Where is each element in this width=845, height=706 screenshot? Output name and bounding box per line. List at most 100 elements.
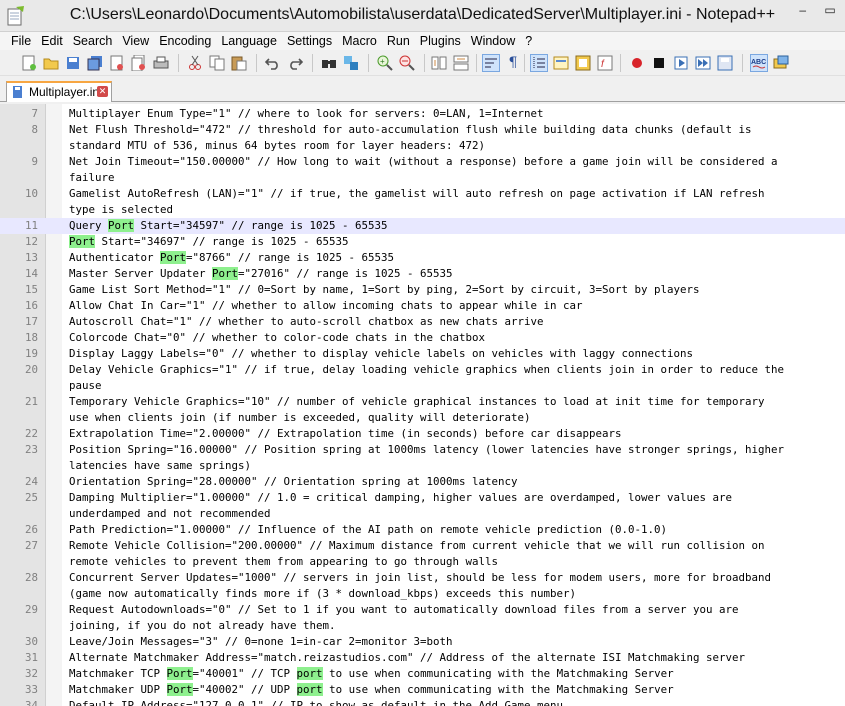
code-line[interactable]: 12 Port Start="34697" // range is 1025 - …	[0, 234, 845, 250]
user-defined-language-icon[interactable]	[552, 54, 570, 72]
code-line[interactable]: 20 Delay Vehicle Graphics="1" // if true,…	[0, 362, 845, 378]
menu-run[interactable]: Run	[382, 32, 415, 50]
code-line[interactable]: failure	[0, 170, 845, 186]
save-all-icon[interactable]	[86, 54, 104, 72]
code-line[interactable]: 18 Colorcode Chat="0" // whether to color…	[0, 330, 845, 346]
stop-recording-icon[interactable]	[650, 54, 668, 72]
code-line[interactable]: latencies have same springs)	[0, 458, 845, 474]
word-wrap-icon[interactable]	[482, 54, 500, 72]
line-number: 10	[24, 187, 38, 200]
undo-icon[interactable]	[264, 54, 282, 72]
sync-vertical-scroll-icon[interactable]	[430, 54, 448, 72]
code-line[interactable]: pause	[0, 378, 845, 394]
code-line[interactable]: remote vehicles to prevent them from app…	[0, 554, 845, 570]
menu-help[interactable]: ?	[520, 32, 537, 50]
code-line[interactable]: use when clients join (if number is exce…	[0, 410, 845, 426]
code-line[interactable]: 13 Authenticator Port="8766" // range is …	[0, 250, 845, 266]
code-line[interactable]: 28 Concurrent Server Updates="1000" // se…	[0, 570, 845, 586]
code-line[interactable]: 11 Query Port Start="34597" // range is 1…	[0, 218, 845, 234]
menu-settings[interactable]: Settings	[282, 32, 337, 50]
code-line[interactable]: 25 Damping Multiplier="1.00000" // 1.0 = …	[0, 490, 845, 506]
plugin-icon[interactable]	[772, 54, 790, 72]
replace-icon[interactable]	[342, 54, 360, 72]
code-line[interactable]: 7 Multiplayer Enum Type="1" // where to l…	[0, 106, 845, 122]
code-line[interactable]: 31 Alternate Matchmaker Address="match.re…	[0, 650, 845, 666]
menu-plugins[interactable]: Plugins	[415, 32, 466, 50]
code-line[interactable]: 34 Default IP Address="127.0.0.1" // IP t…	[0, 698, 845, 706]
menu-macro[interactable]: Macro	[337, 32, 382, 50]
close-all-icon[interactable]	[130, 54, 148, 72]
code-line[interactable]: 23 Position Spring="16.00000" // Position…	[0, 442, 845, 458]
paste-icon[interactable]	[230, 54, 248, 72]
code-line[interactable]: 9 Net Join Timeout="150.00000" // How lon…	[0, 154, 845, 170]
text-run: Matchmaker UDP	[69, 683, 167, 696]
code-line[interactable]: 19 Display Laggy Labels="0" // whether to…	[0, 346, 845, 362]
print-icon[interactable]	[152, 54, 170, 72]
playback-macro-icon[interactable]	[672, 54, 690, 72]
maximize-button[interactable]: ▭	[819, 2, 841, 20]
show-all-characters-icon[interactable]: ¶	[504, 54, 522, 72]
code-line[interactable]: 10 Gamelist AutoRefresh (LAN)="1" // if t…	[0, 186, 845, 202]
menu-file[interactable]: File	[6, 32, 36, 50]
close-file-icon[interactable]	[108, 54, 126, 72]
code-line[interactable]: underdamped and not recommended	[0, 506, 845, 522]
code-line[interactable]: 14 Master Server Updater Port="27016" // …	[0, 266, 845, 282]
code-area[interactable]: 7 Multiplayer Enum Type="1" // where to l…	[0, 106, 845, 706]
code-line[interactable]: 8 Net Flush Threshold="472" // threshold …	[0, 122, 845, 138]
menu-search[interactable]: Search	[68, 32, 118, 50]
code-line[interactable]: 30 Leave/Join Messages="3" // 0=none 1=in…	[0, 634, 845, 650]
code-line[interactable]: type is selected	[0, 202, 845, 218]
search-highlight: Port	[160, 251, 187, 264]
code-line[interactable]: 21 Temporary Vehicle Graphics="10" // num…	[0, 394, 845, 410]
zoom-in-icon[interactable]: +	[376, 54, 394, 72]
menu-edit[interactable]: Edit	[36, 32, 68, 50]
tab-multiplayer-ini[interactable]: Multiplayer.ini ✕	[6, 81, 112, 102]
code-line[interactable]: 32 Matchmaker TCP Port="40001" // TCP por…	[0, 666, 845, 682]
text-editor[interactable]: 7 Multiplayer Enum Type="1" // where to l…	[0, 104, 845, 706]
new-file-icon[interactable]	[20, 54, 38, 72]
indent-guide-icon[interactable]	[530, 54, 548, 72]
code-line[interactable]: (game now automatically finds more if (3…	[0, 586, 845, 602]
line-text: Master Server Updater Port="27016" // ra…	[69, 266, 453, 282]
code-line[interactable]: joining, if you do not already have them…	[0, 618, 845, 634]
line-text: latencies have same springs)	[69, 458, 251, 474]
code-line[interactable]: 26 Path Prediction="1.00000" // Influence…	[0, 522, 845, 538]
code-line[interactable]: 29 Request Autodownloads="0" // Set to 1 …	[0, 602, 845, 618]
search-highlight: Port	[166, 683, 193, 696]
find-icon[interactable]	[320, 54, 338, 72]
code-line[interactable]: 17 Autoscroll Chat="1" // whether to auto…	[0, 314, 845, 330]
text-run: Extrapolation Time="2.00000" // Extrapol…	[69, 427, 622, 440]
title-bar: C:\Users\Leonardo\Documents\Automobilist…	[0, 0, 845, 32]
document-map-icon[interactable]	[574, 54, 592, 72]
tab-close-icon[interactable]: ✕	[97, 86, 108, 97]
cut-icon[interactable]	[186, 54, 204, 72]
save-icon[interactable]	[64, 54, 82, 72]
text-run: Multiplayer Enum Type="1" // where to lo…	[69, 107, 544, 120]
zoom-out-icon[interactable]	[398, 54, 416, 72]
text-run: Temporary Vehicle Graphics="10" // numbe…	[69, 395, 765, 408]
line-number: 16	[24, 299, 38, 312]
code-line[interactable]: 16 Allow Chat In Car="1" // whether to al…	[0, 298, 845, 314]
menu-encoding[interactable]: Encoding	[154, 32, 216, 50]
line-number: 12	[24, 235, 38, 248]
code-line[interactable]: 24 Orientation Spring="28.00000" // Orien…	[0, 474, 845, 490]
menu-language[interactable]: Language	[216, 32, 282, 50]
code-line[interactable]: 15 Game List Sort Method="1" // 0=Sort by…	[0, 282, 845, 298]
copy-icon[interactable]	[208, 54, 226, 72]
open-file-icon[interactable]	[42, 54, 60, 72]
spell-check-icon[interactable]: ABC	[750, 54, 768, 72]
sync-horizontal-scroll-icon[interactable]	[452, 54, 470, 72]
menu-window[interactable]: Window	[466, 32, 520, 50]
code-line[interactable]: standard MTU of 536, minus 64 bytes room…	[0, 138, 845, 154]
function-list-icon[interactable]: f	[596, 54, 614, 72]
run-macro-multiple-icon[interactable]	[694, 54, 712, 72]
menu-view[interactable]: View	[117, 32, 154, 50]
record-macro-icon[interactable]	[628, 54, 646, 72]
code-line[interactable]: 22 Extrapolation Time="2.00000" // Extrap…	[0, 426, 845, 442]
minimize-button[interactable]: –	[792, 2, 814, 20]
code-line[interactable]: 33 Matchmaker UDP Port="40002" // UDP por…	[0, 682, 845, 698]
code-line[interactable]: 27 Remote Vehicle Collision="200.00000" /…	[0, 538, 845, 554]
text-run: Start="34697" // range is 1025 - 65535	[95, 235, 349, 248]
save-macro-icon[interactable]	[716, 54, 734, 72]
redo-icon[interactable]	[286, 54, 304, 72]
